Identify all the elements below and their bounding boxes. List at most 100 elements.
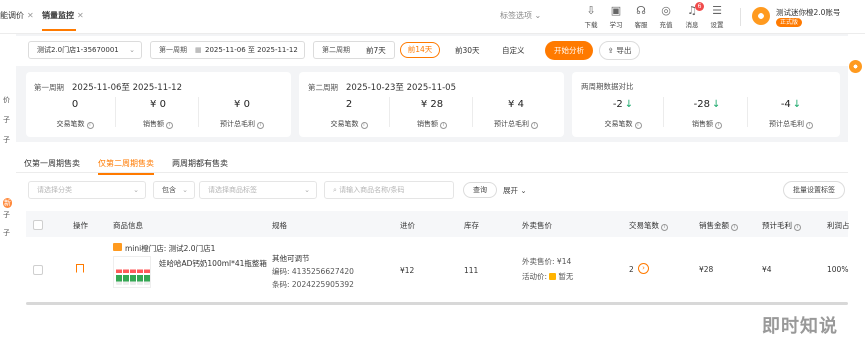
cost-price: ¥12 <box>400 266 415 275</box>
horizontal-scrollbar[interactable] <box>26 302 848 305</box>
quick-14-days-button[interactable]: 前14天 <box>400 42 440 58</box>
metric-label-text: 预计总毛利 <box>494 120 529 128</box>
bookmark-icon[interactable] <box>76 264 84 273</box>
tag-select[interactable]: 请选择商品标签 ⌄ <box>199 181 317 199</box>
col-header-ratio: 利润占 <box>827 221 850 230</box>
calendar-icon: ▦ <box>195 46 202 54</box>
start-analysis-button[interactable]: 开始分析 <box>545 41 593 60</box>
chevron-down-icon: ⌄ <box>182 186 188 194</box>
metric-label: 预计总毛利 i <box>756 119 826 129</box>
chevron-right-icon[interactable]: › <box>638 263 649 274</box>
stock: 111 <box>464 266 479 275</box>
chevron-down-icon: ⌄ <box>133 186 139 194</box>
orange-logo-icon[interactable] <box>849 60 862 73</box>
period1-value: 2025-11-06 至 2025-11-12 <box>205 46 298 54</box>
category-select[interactable]: 请选择分类 ⌄ <box>28 181 146 199</box>
info-icon[interactable]: i <box>360 122 368 129</box>
quick-30-days-button[interactable]: 前30天 <box>455 45 480 56</box>
col-header-text: 销售金额 <box>699 221 729 230</box>
info-icon[interactable]: i <box>794 224 801 231</box>
metric-label-text: 交易笔数 <box>604 120 633 128</box>
tab-sales-monitor[interactable]: 销量监控 ✕ <box>42 10 84 31</box>
export-button[interactable]: ⇪ 导出 <box>599 41 640 60</box>
row-checkbox[interactable] <box>33 265 43 275</box>
query-button[interactable]: 查询 <box>463 182 497 198</box>
period1-date-range[interactable]: 第一周期 ▦ 2025-11-06 至 2025-11-12 <box>150 41 305 59</box>
quick-custom-button[interactable]: 自定义 <box>502 45 525 56</box>
info-icon[interactable]: i <box>715 122 722 129</box>
product-code: 编码: 4135256627420 <box>272 267 354 276</box>
activity-price: 活动价: 暂无 <box>522 271 573 282</box>
batch-set-tags-button[interactable]: 批量设置标签 <box>783 181 845 199</box>
info-icon[interactable]: i <box>661 224 668 231</box>
tag-options-select[interactable]: 标签选项 ⌄ <box>500 10 541 21</box>
metric-value: ¥ 0 <box>234 99 250 110</box>
chevron-down-icon: ⌄ <box>520 186 527 195</box>
select-all-checkbox[interactable] <box>33 220 43 230</box>
product-barcode: 条码: 2024225905392 <box>272 280 354 289</box>
expand-button[interactable]: 展开 ⌄ <box>503 185 527 196</box>
col-header-trades[interactable]: 交易笔数 i <box>629 220 668 231</box>
tag-placeholder: 请选择商品标签 <box>208 186 257 194</box>
expand-label: 展开 <box>503 186 518 195</box>
col-header-text: 预计毛利 <box>762 221 792 230</box>
arrow-down-icon: ↓ <box>624 99 634 110</box>
col-header-sales[interactable]: 销售金额 i <box>699 220 738 231</box>
toolbar-settings[interactable]: ☰ 设置 <box>706 5 728 30</box>
estimated-profit: ¥4 <box>762 265 772 274</box>
tab-only-period2[interactable]: 仅第二周期售卖 <box>98 158 154 175</box>
store-icon <box>113 243 122 251</box>
avatar[interactable] <box>752 7 770 25</box>
tab-price-adjust[interactable]: 能调价 ✕ <box>0 10 34 21</box>
info-icon[interactable]: i <box>440 122 447 129</box>
info-icon[interactable]: i <box>806 122 813 129</box>
tab-only-period1[interactable]: 仅第一周期售卖 <box>24 158 80 169</box>
card-range: 2025-11-06至 2025-11-12 <box>72 83 182 93</box>
metric-value: 2 <box>345 99 353 110</box>
include-select[interactable]: 包含 ⌄ <box>153 181 195 199</box>
metric-value: -2 ↓ <box>593 99 653 110</box>
tab-both-periods[interactable]: 两周期都有售卖 <box>172 158 228 169</box>
sidebar-item[interactable]: 子 <box>3 135 10 145</box>
info-icon[interactable]: i <box>166 122 173 129</box>
toolbar-download[interactable]: ⇩ 下载 <box>580 5 602 30</box>
product-name[interactable]: 娃哈哈AD钙奶100ml*41瓶整箱 <box>159 258 267 269</box>
divider <box>198 97 199 127</box>
info-icon[interactable]: i <box>531 122 538 129</box>
col-header-profit[interactable]: 预计毛利 i <box>762 220 801 231</box>
sidebar-item[interactable]: 子 <box>3 228 10 238</box>
product-image[interactable] <box>113 256 151 288</box>
toolbar-recharge[interactable]: ◎ 充值 <box>655 5 677 30</box>
info-icon[interactable]: i <box>731 224 738 231</box>
profit-ratio: 100% <box>827 265 849 274</box>
quick-7-days-button[interactable]: 前7天 <box>366 45 386 56</box>
divider <box>389 97 390 127</box>
metric-label: 交易笔数 i <box>588 119 658 129</box>
category-placeholder: 请选择分类 <box>37 186 72 194</box>
store-select[interactable]: 测试2.0门店1-35670001 ⌄ <box>28 41 142 59</box>
sidebar-item[interactable]: 子 <box>3 115 10 125</box>
info-icon[interactable]: i <box>86 122 94 129</box>
tab-underline-divider <box>16 172 848 173</box>
metric-delta: -4 <box>780 99 791 110</box>
metric-delta: -2 <box>612 99 623 110</box>
activity-price-label: 活动价: <box>522 272 548 281</box>
col-header-product: 商品信息 <box>113 221 143 230</box>
close-icon[interactable]: ✕ <box>27 11 34 20</box>
sidebar-item[interactable]: 子 <box>3 210 10 220</box>
delivery-price-label: 外卖售价: <box>522 257 555 266</box>
include-value: 包含 <box>162 186 176 194</box>
info-icon[interactable]: i <box>257 122 264 129</box>
metric-delta: -28 <box>693 99 710 110</box>
sidebar-item[interactable]: 价 <box>3 95 10 105</box>
metric-label-text: 预计总毛利 <box>220 120 255 128</box>
toolbar-label: 下载 <box>584 21 598 29</box>
metric-label-text: 交易笔数 <box>330 120 359 128</box>
keyword-search-input[interactable]: ⌕ 请输入商品名称/条码 <box>324 181 454 199</box>
close-icon[interactable]: ✕ <box>77 11 84 20</box>
info-icon[interactable]: i <box>634 122 642 129</box>
toolbar-service[interactable]: ☊ 客服 <box>630 5 652 30</box>
toolbar-learn[interactable]: ▣ 学习 <box>605 5 627 30</box>
account-name[interactable]: 测试迷你橙2.0账号 <box>776 7 840 18</box>
sidebar-item-new[interactable]: 新 <box>3 198 12 208</box>
